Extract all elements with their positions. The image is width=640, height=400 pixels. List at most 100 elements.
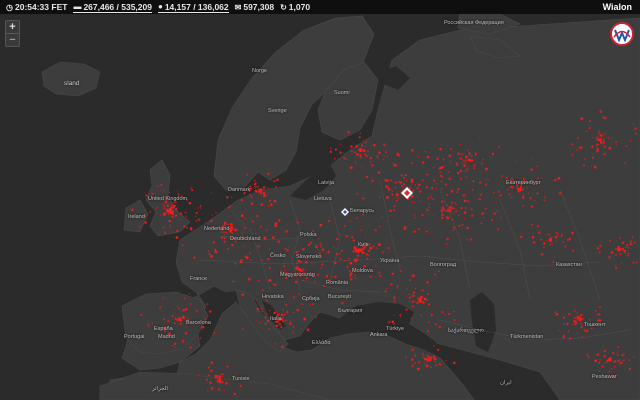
unit-point [242,270,245,272]
unit-point [411,348,414,352]
unit-point [163,205,166,208]
unit-point [248,193,251,196]
unit-point [632,123,634,125]
label-romania: România [326,280,349,286]
unit-point [491,152,494,155]
label-deutschland: Deutschland [230,236,261,242]
unit-point [555,231,558,235]
unit-point [301,303,304,305]
unit-point [369,275,372,279]
unit-point [270,203,273,206]
unit-point [426,173,429,176]
unit-point [603,354,607,358]
wialon-logo-icon[interactable] [610,22,634,46]
unit-point [350,145,353,148]
unit-point [169,207,173,211]
unit-point [397,197,400,200]
unit-point [434,360,436,363]
unit-point [233,228,236,231]
unit-point [232,280,235,283]
unit-point [399,314,402,316]
unit-point [603,145,606,149]
unit-point [414,216,417,219]
zoom-in-button[interactable]: + [6,21,19,33]
unit-point [411,365,414,367]
unit-point [159,214,161,216]
unit-point [267,172,270,176]
unit-point [157,185,159,187]
unit-point [456,164,459,167]
zoom-out-button[interactable]: − [6,33,19,46]
unit-point [366,257,369,260]
unit-point [313,280,316,283]
unit-point [240,259,243,262]
unit-point [307,243,311,247]
unit-point [393,209,396,212]
unit-point [221,375,224,378]
unit-point [306,328,310,332]
zoom-control[interactable]: + − [5,20,20,47]
unit-point [596,137,599,141]
unit-point [609,144,611,146]
unit-point [576,332,579,335]
unit-point [414,287,417,290]
unit-point [632,261,635,264]
unit-point [460,206,463,210]
unit-point [471,214,474,217]
unit-point [382,158,385,161]
unit-point [391,193,394,196]
unit-point [541,238,543,241]
unit-point [423,297,427,301]
unit-point [386,155,388,158]
unit-point [349,220,352,223]
unit-point [360,157,362,159]
unit-point [162,189,164,191]
unit-point [580,326,583,329]
unit-point [464,159,467,162]
unit-point [370,161,372,163]
unit-point [383,155,385,157]
unit-point [277,240,281,243]
users-stat[interactable]: ● 14,157 / 136,062 [157,2,229,13]
unit-point [424,363,427,365]
unit-point [249,252,251,254]
unit-point [241,224,243,227]
unit-point [174,214,178,217]
unit-point [334,148,337,151]
unit-point [214,387,216,389]
unit-point [480,193,483,196]
brand-name[interactable]: Wialon [603,0,632,14]
unit-point [223,221,227,225]
unit-point [474,152,477,154]
units-stat[interactable]: ▬ 267,466 / 535,209 [73,2,152,13]
unit-point [325,275,329,278]
unit-point [179,322,182,326]
unit-point [597,134,599,136]
unit-point [234,262,237,265]
unit-point [616,353,619,356]
unit-point [411,201,414,204]
unit-point [405,295,408,298]
unit-point [172,210,175,213]
unit-point [627,252,630,255]
unit-point [616,351,619,353]
unit-point [463,211,467,214]
unit-point [438,363,441,365]
unit-point [197,207,199,209]
unit-point [339,143,342,145]
unit-point [464,155,467,158]
unit-point [412,305,414,308]
unit-point [462,159,465,162]
unit-point [402,183,406,186]
unit-point [470,208,473,211]
cluster-marker-minsk[interactable] [340,207,350,217]
cluster-marker-moscow[interactable] [400,186,414,200]
unit-point [420,200,422,202]
label-ellada: Ελλάδα [312,340,331,346]
unit-point [391,320,395,324]
unit-point [399,316,401,318]
unit-point [381,251,384,254]
label-latvija: Latvija [318,180,334,186]
unit-point [562,334,566,338]
unit-point [493,191,495,194]
